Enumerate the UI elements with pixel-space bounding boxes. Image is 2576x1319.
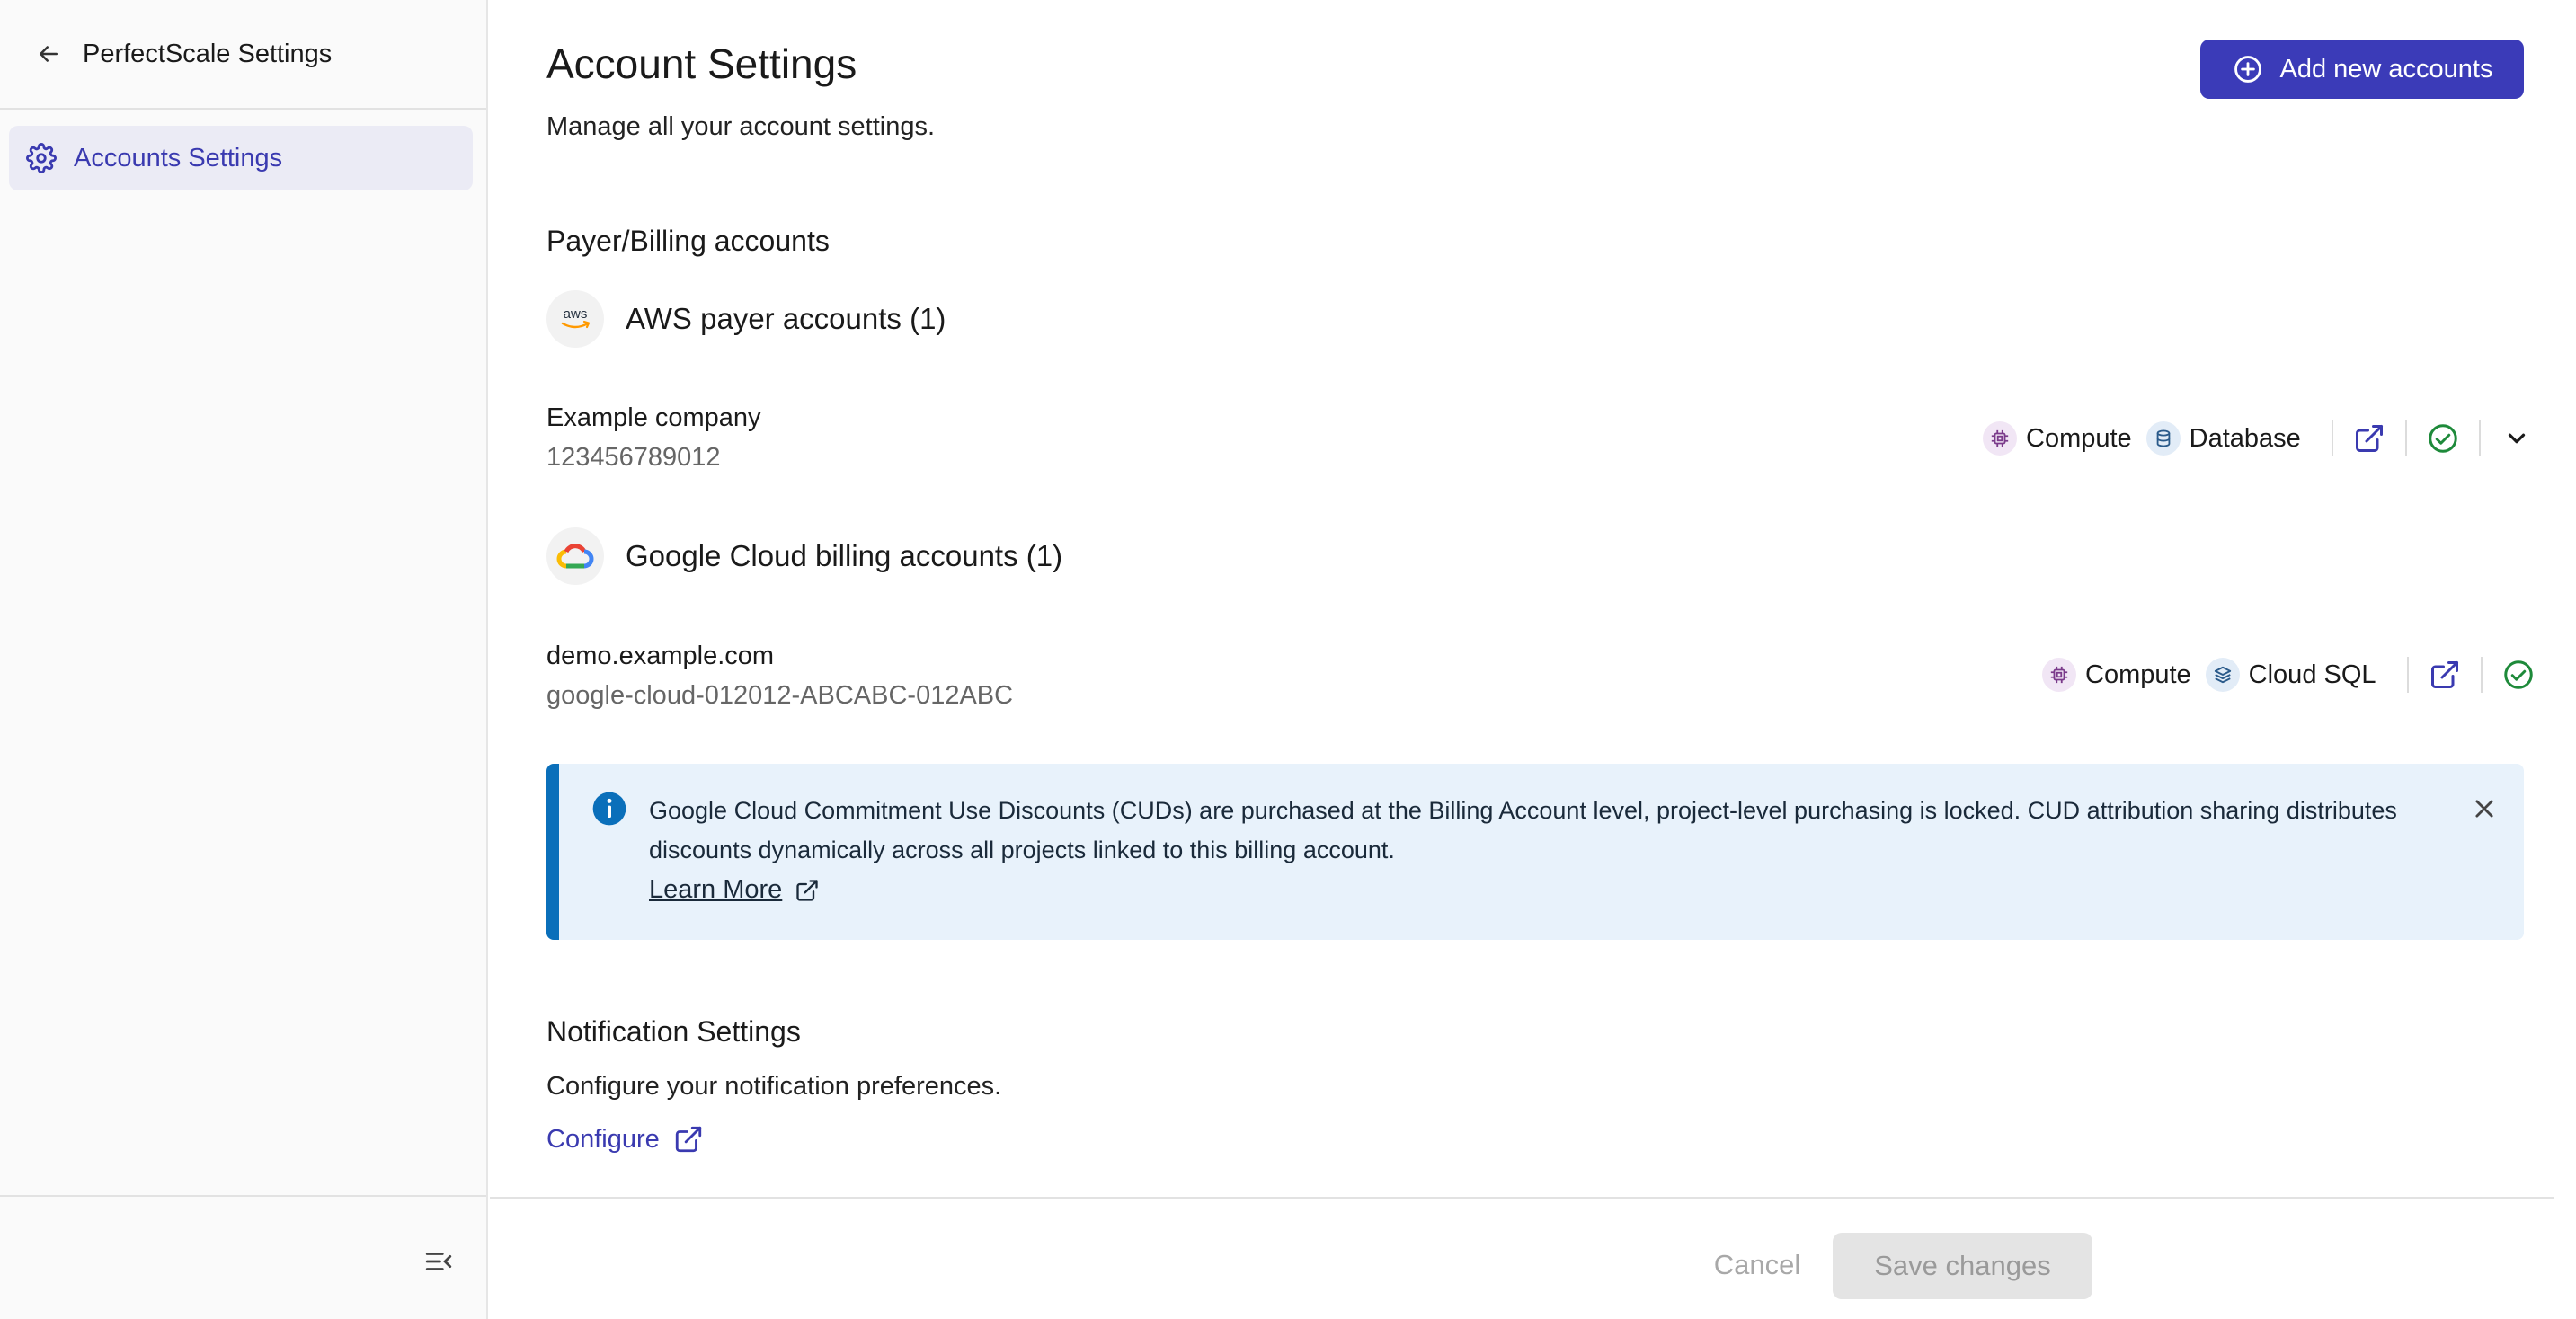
- learn-more-link[interactable]: Learn More: [649, 875, 822, 905]
- gcp-account-actions: Compute Cloud SQL: [2042, 655, 2538, 695]
- gcp-provider-header: Google Cloud billing accounts (1): [546, 527, 1062, 585]
- add-new-accounts-label: Add new accounts: [2279, 54, 2493, 84]
- save-changes-button[interactable]: Save changes: [1833, 1233, 2092, 1299]
- learn-more-label: Learn More: [649, 875, 783, 904]
- service-tag-label: Compute: [2085, 660, 2191, 689]
- cancel-button[interactable]: Cancel: [1654, 1233, 1861, 1297]
- external-link-icon: [672, 1123, 705, 1155]
- billing-section-title: Payer/Billing accounts: [546, 225, 830, 257]
- aws-group-title: AWS payer accounts (1): [626, 302, 946, 335]
- sidebar-header: PerfectScale Settings: [0, 0, 486, 110]
- service-tag-compute: Compute: [2042, 658, 2191, 692]
- database-icon: [2145, 421, 2181, 456]
- cpu-chip-icon: [1983, 421, 2017, 456]
- service-tag-label: Compute: [2026, 423, 2132, 453]
- external-link-icon[interactable]: [2349, 419, 2389, 458]
- sidebar-title: PerfectScale Settings: [83, 39, 333, 68]
- banner-message: Google Cloud Commitment Use Discounts (C…: [649, 797, 2397, 863]
- aws-account-id: 123456789012: [546, 443, 721, 472]
- aws-account-actions: Compute Database: [1983, 419, 2536, 458]
- notification-section-title: Notification Settings: [546, 1015, 801, 1048]
- gcp-group-title: Google Cloud billing accounts (1): [626, 539, 1063, 572]
- external-link-icon[interactable]: [2425, 655, 2465, 695]
- divider: [2404, 420, 2407, 456]
- add-new-accounts-button[interactable]: Add new accounts: [2200, 40, 2524, 99]
- page-title: Account Settings: [546, 40, 857, 87]
- layers-icon: [2205, 658, 2240, 692]
- service-tag-database: Database: [2145, 421, 2301, 456]
- configure-label: Configure: [546, 1124, 660, 1154]
- google-cloud-logo-icon: [546, 527, 604, 585]
- divider: [2480, 657, 2483, 693]
- cud-info-banner: Google Cloud Commitment Use Discounts (C…: [546, 764, 2524, 940]
- service-tag-compute: Compute: [1983, 421, 2132, 456]
- configure-link[interactable]: Configure: [546, 1123, 705, 1155]
- service-tag-cloud-sql: Cloud SQL: [2205, 658, 2376, 692]
- aws-logo-text: aws: [564, 306, 588, 322]
- divider: [2331, 420, 2333, 456]
- check-circle-icon: [2499, 655, 2538, 695]
- gear-icon: [23, 140, 59, 176]
- sidebar-footer: [0, 1195, 486, 1319]
- sidebar-item-label: Accounts Settings: [74, 143, 283, 173]
- service-tag-label: Database: [2189, 423, 2301, 453]
- divider: [2406, 657, 2409, 693]
- gcp-account-id: google-cloud-012012-ABCABC-012ABC: [546, 681, 1014, 710]
- main-content: Account Settings Manage all your account…: [490, 0, 2576, 1319]
- close-icon[interactable]: [2466, 791, 2502, 827]
- aws-provider-header: aws AWS payer accounts (1): [546, 290, 946, 348]
- back-arrow-icon[interactable]: [32, 38, 65, 70]
- cpu-chip-icon: [2042, 658, 2076, 692]
- divider: [2478, 420, 2481, 456]
- chevron-down-icon[interactable]: [2497, 419, 2536, 458]
- sidebar-item-accounts-settings[interactable]: Accounts Settings: [9, 126, 473, 190]
- page-description: Manage all your account settings.: [546, 112, 936, 141]
- plus-circle-icon: [2232, 53, 2264, 85]
- external-link-icon: [793, 876, 822, 905]
- info-icon: [591, 791, 627, 827]
- footer-bar: Cancel Save changes: [490, 1197, 2554, 1319]
- service-tag-label: Cloud SQL: [2248, 660, 2376, 689]
- aws-logo-icon: aws: [546, 290, 604, 348]
- gcp-account-name: demo.example.com: [546, 642, 775, 670]
- notification-description: Configure your notification preferences.: [546, 1072, 1002, 1101]
- collapse-sidebar-icon[interactable]: [421, 1244, 457, 1279]
- check-circle-icon: [2423, 419, 2463, 458]
- sidebar: PerfectScale Settings Accounts Settings: [0, 0, 488, 1319]
- aws-account-name: Example company: [546, 403, 761, 432]
